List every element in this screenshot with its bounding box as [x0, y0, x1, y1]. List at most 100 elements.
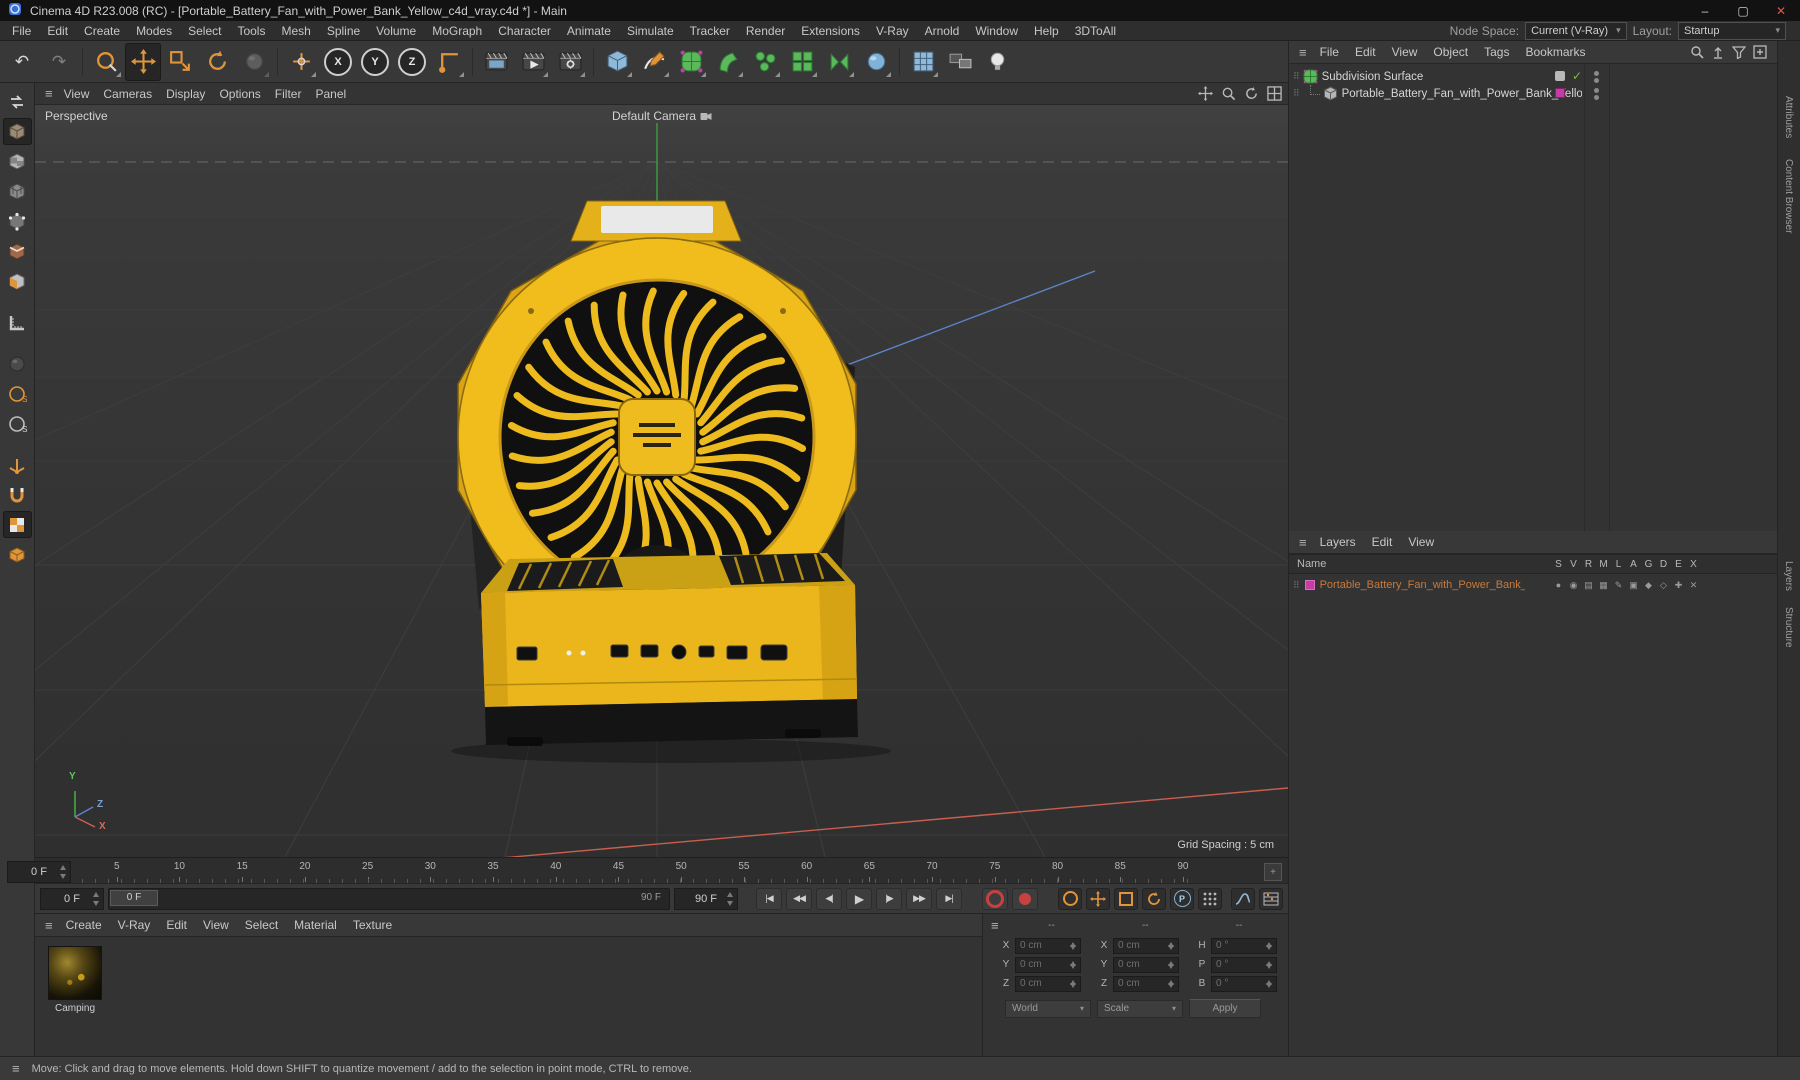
viewport-solo-hierarchy-button[interactable]: S — [3, 410, 32, 437]
om-menu-tags[interactable]: Tags — [1477, 45, 1516, 59]
deformer-button[interactable] — [710, 43, 746, 81]
range-end-field[interactable]: 90 F — [674, 887, 738, 910]
visibility-flag-icon[interactable]: ◉ — [1566, 580, 1581, 591]
rotation-p-field[interactable]: 0 ° — [1211, 956, 1277, 973]
tab-content-browser[interactable]: Content Browser — [1783, 159, 1794, 233]
menu-tracker[interactable]: Tracker — [682, 24, 738, 38]
manager-flag-icon[interactable]: ▦ — [1596, 580, 1611, 591]
layers-menu-edit[interactable]: Edit — [1365, 535, 1400, 549]
render-to-picture-viewer-button[interactable] — [515, 43, 551, 81]
goto-start-button[interactable]: |◀ — [756, 887, 782, 910]
size-z-field[interactable]: 0 cm — [1113, 975, 1179, 992]
scroll-first-icon[interactable] — [1711, 45, 1725, 59]
subdivision-surface-button[interactable] — [673, 43, 709, 81]
om-menu-bookmarks[interactable]: Bookmarks — [1518, 45, 1592, 59]
solo-flag-icon[interactable]: ● — [1551, 580, 1566, 590]
menu-modes[interactable]: Modes — [128, 24, 180, 38]
menu-help[interactable]: Help — [1026, 24, 1067, 38]
spinner[interactable] — [1265, 979, 1274, 989]
size-x-field[interactable]: 0 cm — [1113, 937, 1179, 954]
menu-spline[interactable]: Spline — [319, 24, 368, 38]
uv-mode-button[interactable] — [3, 178, 32, 205]
expressions-flag-icon[interactable]: ✚ — [1671, 580, 1686, 591]
vp-menu-options[interactable]: Options — [212, 87, 267, 101]
autokey-button[interactable] — [1012, 887, 1038, 910]
visibility-dots[interactable] — [1594, 88, 1599, 100]
symmetry-button[interactable] — [821, 43, 857, 81]
spinner[interactable] — [726, 891, 735, 907]
play-button[interactable]: ▶ — [846, 887, 872, 910]
world-select[interactable]: World ▾ — [1005, 999, 1091, 1018]
workplane-button[interactable] — [3, 309, 32, 336]
node-space-select[interactable]: Current (V-Ray) ▾ — [1525, 21, 1627, 40]
make-editable-button[interactable] — [3, 88, 32, 115]
light-button[interactable] — [979, 43, 1015, 81]
lock-flag-icon[interactable]: ✎ — [1611, 580, 1626, 591]
position-z-field[interactable]: 0 cm — [1015, 975, 1081, 992]
tab-layers[interactable]: Layers — [1783, 561, 1794, 591]
rotate-view-icon[interactable] — [1244, 86, 1259, 101]
menu-arnold[interactable]: Arnold — [917, 24, 968, 38]
x-axis-lock-button[interactable]: X — [320, 43, 356, 81]
menu-3dtoall[interactable]: 3DToAll — [1067, 24, 1124, 38]
viewport-menu-icon[interactable]: ≡ — [41, 86, 57, 101]
search-icon[interactable] — [1690, 45, 1704, 59]
menu-extensions[interactable]: Extensions — [793, 24, 868, 38]
layer-name[interactable]: Portable_Battery_Fan_with_Power_Bank_Yel… — [1320, 579, 1525, 591]
spinner[interactable] — [1167, 941, 1176, 951]
spinner[interactable] — [1167, 960, 1176, 970]
material-menu-icon[interactable]: ≡ — [41, 918, 57, 933]
vp-menu-cameras[interactable]: Cameras — [96, 87, 159, 101]
spinner[interactable] — [59, 864, 68, 880]
record-keyframe-button[interactable] — [982, 887, 1008, 910]
quantize-button[interactable] — [2, 511, 32, 538]
live-selection-tool[interactable] — [88, 43, 124, 81]
menu-create[interactable]: Create — [76, 24, 128, 38]
spinner[interactable] — [1167, 979, 1176, 989]
display-tag[interactable] — [1555, 71, 1565, 81]
enable-snap-button[interactable] — [3, 481, 32, 508]
maximize-button[interactable]: ▢ — [1724, 0, 1762, 21]
volume-builder-button[interactable] — [905, 43, 941, 81]
add-primitive-cube-button[interactable] — [599, 43, 635, 81]
spinner[interactable] — [1069, 960, 1078, 970]
view-label[interactable]: Perspective — [45, 109, 108, 123]
goto-end-button[interactable]: ▶| — [936, 887, 962, 910]
menu-mograph[interactable]: MoGraph — [424, 24, 490, 38]
render-view-button[interactable] — [478, 43, 514, 81]
timeline-options-button[interactable]: + — [1264, 863, 1282, 881]
texture-mode-button[interactable] — [3, 148, 32, 175]
deformers-flag-icon[interactable]: ◇ — [1656, 580, 1671, 591]
record-position-toggle[interactable] — [1086, 887, 1110, 910]
workplane-snap-button[interactable] — [3, 541, 32, 568]
size-y-field[interactable]: 0 cm — [1113, 956, 1179, 973]
spinner[interactable] — [1265, 960, 1274, 970]
viewport-solo-off-button[interactable] — [3, 350, 32, 377]
menu-edit[interactable]: Edit — [39, 24, 76, 38]
vp-menu-view[interactable]: View — [57, 87, 97, 101]
z-axis-lock-button[interactable]: Z — [394, 43, 430, 81]
visibility-dots[interactable] — [1594, 71, 1599, 83]
previous-key-button[interactable]: ◀◀ — [786, 887, 812, 910]
menu-animate[interactable]: Animate — [559, 24, 619, 38]
material-thumbnail[interactable] — [48, 946, 102, 1000]
move-tool[interactable] — [125, 42, 161, 81]
position-x-field[interactable]: 0 cm — [1015, 937, 1081, 954]
keyframe-selection-toggle[interactable] — [1058, 887, 1082, 910]
record-rotation-toggle[interactable] — [1142, 887, 1166, 910]
layers-menu-view[interactable]: View — [1401, 535, 1441, 549]
layers-menu-layers[interactable]: Layers — [1313, 535, 1363, 549]
record-pla-toggle[interactable] — [1198, 887, 1222, 910]
menu-character[interactable]: Character — [490, 24, 559, 38]
mat-menu-material[interactable]: Material — [287, 918, 344, 932]
object-row-subdivision-surface[interactable]: ⠿ Subdivision Surface ✓ — [1289, 68, 1777, 85]
menu-render[interactable]: Render — [738, 24, 793, 38]
filter-icon[interactable] — [1732, 45, 1746, 59]
add-object-icon[interactable] — [1753, 45, 1767, 59]
coordinates-menu-icon[interactable]: ≡ — [987, 918, 1003, 933]
om-menu-view[interactable]: View — [1385, 45, 1425, 59]
camera-label[interactable]: Default Camera — [612, 109, 712, 123]
previous-frame-button[interactable]: ◀| — [816, 887, 842, 910]
menu-window[interactable]: Window — [967, 24, 1026, 38]
slider-handle[interactable]: 0 F — [110, 889, 158, 906]
